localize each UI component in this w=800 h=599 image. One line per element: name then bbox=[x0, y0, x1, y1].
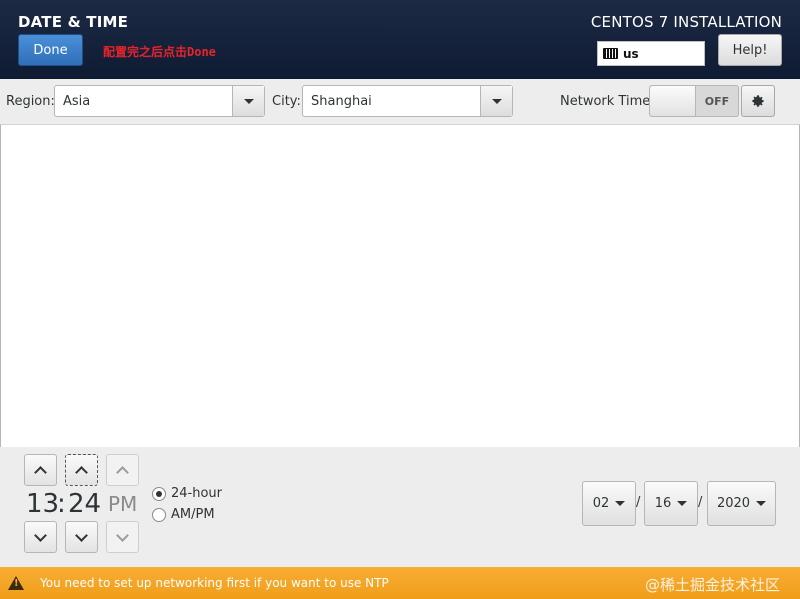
format-24hour-label: 24-hour bbox=[171, 486, 223, 501]
chevron-down-icon bbox=[756, 501, 767, 506]
time-separator: : bbox=[57, 489, 66, 519]
annotation-text: 配置完之后点击Done bbox=[103, 45, 216, 59]
radio-indicator[interactable] bbox=[152, 507, 166, 522]
keyboard-layout-indicator[interactable]: us bbox=[597, 41, 705, 66]
minute-down-button[interactable] bbox=[65, 521, 98, 553]
city-label: City: bbox=[272, 94, 301, 109]
radio-indicator-selected[interactable] bbox=[152, 486, 166, 501]
gear-icon bbox=[752, 95, 764, 107]
network-time-state: OFF bbox=[704, 94, 730, 108]
chevron-down-icon bbox=[75, 528, 88, 542]
installer-title: CENTOS 7 INSTALLATION bbox=[590, 13, 782, 31]
warning-icon-mark: ! bbox=[14, 578, 19, 589]
keyboard-icon bbox=[603, 48, 618, 59]
header-bar: DATE & TIME Done 配置完之后点击Done CENTOS 7 IN… bbox=[0, 0, 800, 79]
network-time-label: Network Time bbox=[560, 94, 651, 109]
month-dropdown[interactable]: 02 bbox=[582, 481, 636, 526]
city-value: Shanghai bbox=[311, 93, 372, 109]
watermark: @稀土掘金技术社区 bbox=[645, 576, 781, 594]
spoke-title: DATE & TIME bbox=[18, 13, 129, 31]
chevron-up-icon bbox=[34, 465, 47, 479]
year-value: 2020 bbox=[716, 496, 751, 511]
chevron-down-icon bbox=[116, 528, 129, 542]
chevron-down-icon bbox=[677, 501, 688, 506]
ampm-down-button[interactable] bbox=[106, 521, 139, 553]
chevron-up-icon bbox=[116, 465, 129, 479]
minute-up-button[interactable] bbox=[65, 454, 98, 486]
keyboard-layout-label: us bbox=[623, 46, 639, 61]
ntp-settings-button[interactable] bbox=[741, 85, 775, 117]
chevron-down-icon bbox=[243, 98, 254, 104]
minutes-value: 24 bbox=[68, 489, 102, 519]
region-value: Asia bbox=[63, 93, 91, 109]
timezone-map[interactable] bbox=[0, 124, 800, 447]
ampm-up-button[interactable] bbox=[106, 454, 139, 486]
ampm-value: PM bbox=[108, 492, 138, 516]
date-separator: / bbox=[636, 495, 641, 510]
hours-value: 13 bbox=[26, 489, 60, 519]
hour-up-button[interactable] bbox=[24, 454, 57, 486]
day-value: 16 bbox=[654, 496, 672, 511]
year-dropdown[interactable]: 2020 bbox=[707, 481, 776, 526]
city-dropdown-button[interactable] bbox=[480, 86, 512, 116]
region-label: Region: bbox=[6, 94, 55, 109]
warning-message: You need to set up networking first if y… bbox=[40, 576, 389, 590]
format-ampm-radio[interactable]: AM/PM bbox=[152, 507, 215, 522]
chevron-down-icon bbox=[34, 528, 47, 542]
chevron-up-icon bbox=[75, 465, 88, 479]
city-combobox[interactable]: Shanghai bbox=[302, 85, 513, 117]
month-value: 02 bbox=[592, 496, 610, 511]
date-separator: / bbox=[698, 495, 703, 510]
format-24hour-radio[interactable]: 24-hour bbox=[152, 486, 222, 501]
network-time-switch[interactable]: OFF bbox=[649, 85, 739, 117]
format-ampm-label: AM/PM bbox=[171, 507, 215, 522]
region-dropdown-button[interactable] bbox=[232, 86, 264, 116]
chevron-down-icon bbox=[491, 98, 502, 104]
chevron-down-icon bbox=[615, 501, 626, 506]
done-button[interactable]: Done bbox=[18, 34, 83, 66]
day-dropdown[interactable]: 16 bbox=[644, 481, 698, 526]
switch-knob[interactable] bbox=[650, 86, 696, 116]
region-combobox[interactable]: Asia bbox=[54, 85, 265, 117]
help-button[interactable]: Help! bbox=[718, 34, 782, 66]
hour-down-button[interactable] bbox=[24, 521, 57, 553]
